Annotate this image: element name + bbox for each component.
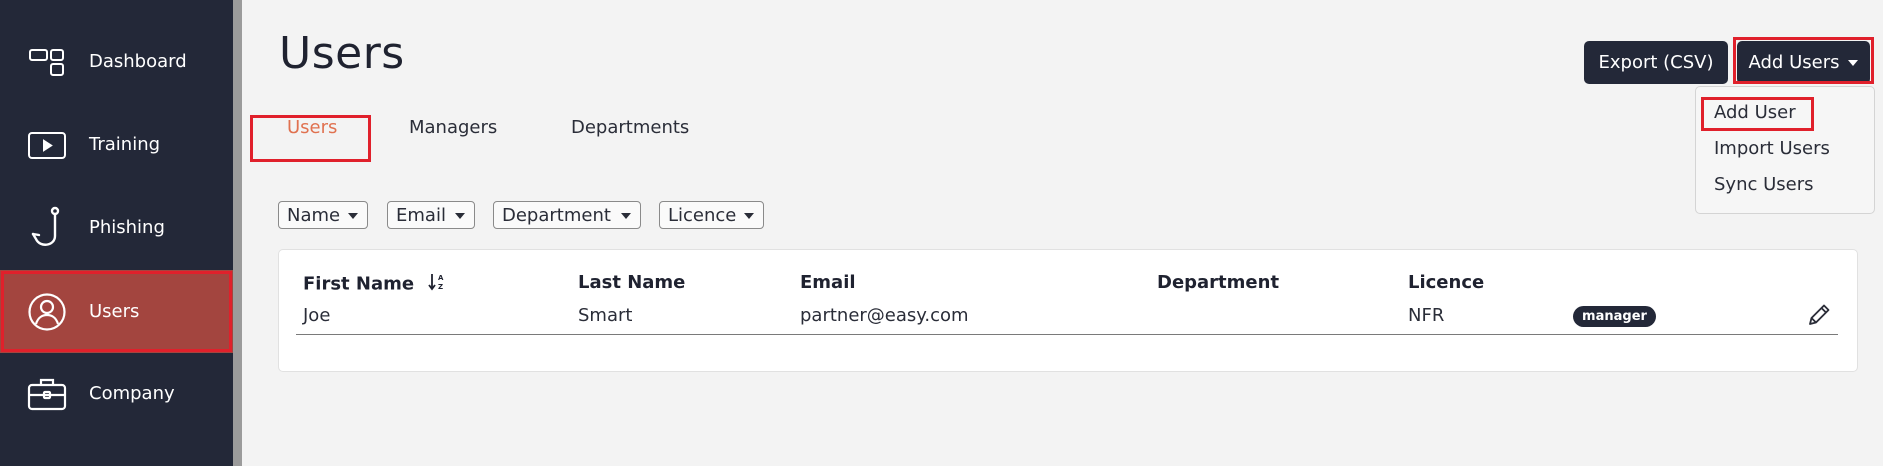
sidebar-item-training[interactable]: Training [0,103,233,186]
role-badge: manager [1573,306,1656,327]
sidebar-item-label: Phishing [89,217,165,238]
briefcase-icon [27,374,67,414]
column-header-first-name[interactable]: First Name A Z [303,272,446,297]
add-users-dropdown: Add User Import Users Sync Users [1695,86,1875,214]
menu-item-sync-users[interactable]: Sync Users [1714,174,1814,195]
sidebar-item-company[interactable]: Company [0,352,233,435]
caret-down-icon [744,213,754,219]
name-filter[interactable]: Name [278,201,368,229]
menu-item-add-user[interactable]: Add User [1714,102,1796,123]
sidebar-divider [233,0,242,466]
sidebar: Dashboard Training Phishing Users Compan… [0,0,233,466]
caret-down-icon [621,213,631,219]
column-header-licence[interactable]: Licence [1408,272,1484,293]
filter-label: Name [287,204,341,226]
cell-licence: NFR [1408,305,1445,326]
tab-departments[interactable]: Departments [571,117,689,138]
add-users-button[interactable]: Add Users [1737,41,1870,84]
page-title: Users [279,28,405,79]
column-header-label: First Name [303,273,415,295]
sidebar-item-users[interactable]: Users [0,270,233,353]
add-users-label: Add Users [1748,52,1840,73]
department-filter[interactable]: Department [493,201,641,229]
chevron-down-icon [1848,59,1859,66]
sidebar-item-label: Dashboard [89,51,187,72]
caret-down-icon [348,213,358,219]
filter-label: Licence [668,204,737,226]
sidebar-item-dashboard[interactable]: Dashboard [0,20,233,103]
sort-ascending-icon[interactable]: A Z [428,272,446,297]
user-icon [27,292,67,332]
cell-first-name: Joe [303,305,331,326]
email-filter[interactable]: Email [387,201,475,229]
fishhook-icon [27,206,67,248]
sidebar-item-label: Users [89,301,140,322]
svg-text:A: A [438,274,444,282]
column-header-last-name[interactable]: Last Name [578,272,685,293]
cell-email: partner@easy.com [800,305,969,326]
sidebar-item-label: Training [89,134,161,155]
dashboard-icon [27,42,67,82]
licence-filter[interactable]: Licence [659,201,764,229]
play-icon [27,125,67,165]
export-csv-button[interactable]: Export (CSV) [1584,41,1728,84]
column-header-email[interactable]: Email [800,272,856,293]
svg-text:Z: Z [438,283,443,291]
caret-down-icon [455,213,465,219]
column-header-department[interactable]: Department [1157,272,1279,293]
row-divider [296,334,1838,335]
sidebar-item-phishing[interactable]: Phishing [0,186,233,269]
pencil-icon[interactable] [1806,302,1832,328]
filter-label: Email [396,204,446,226]
cell-last-name: Smart [578,305,633,326]
tab-users[interactable]: Users [287,117,337,138]
menu-item-import-users[interactable]: Import Users [1714,138,1830,159]
sidebar-item-label: Company [89,383,175,404]
filter-label: Department [502,204,611,226]
tab-managers[interactable]: Managers [409,117,497,138]
